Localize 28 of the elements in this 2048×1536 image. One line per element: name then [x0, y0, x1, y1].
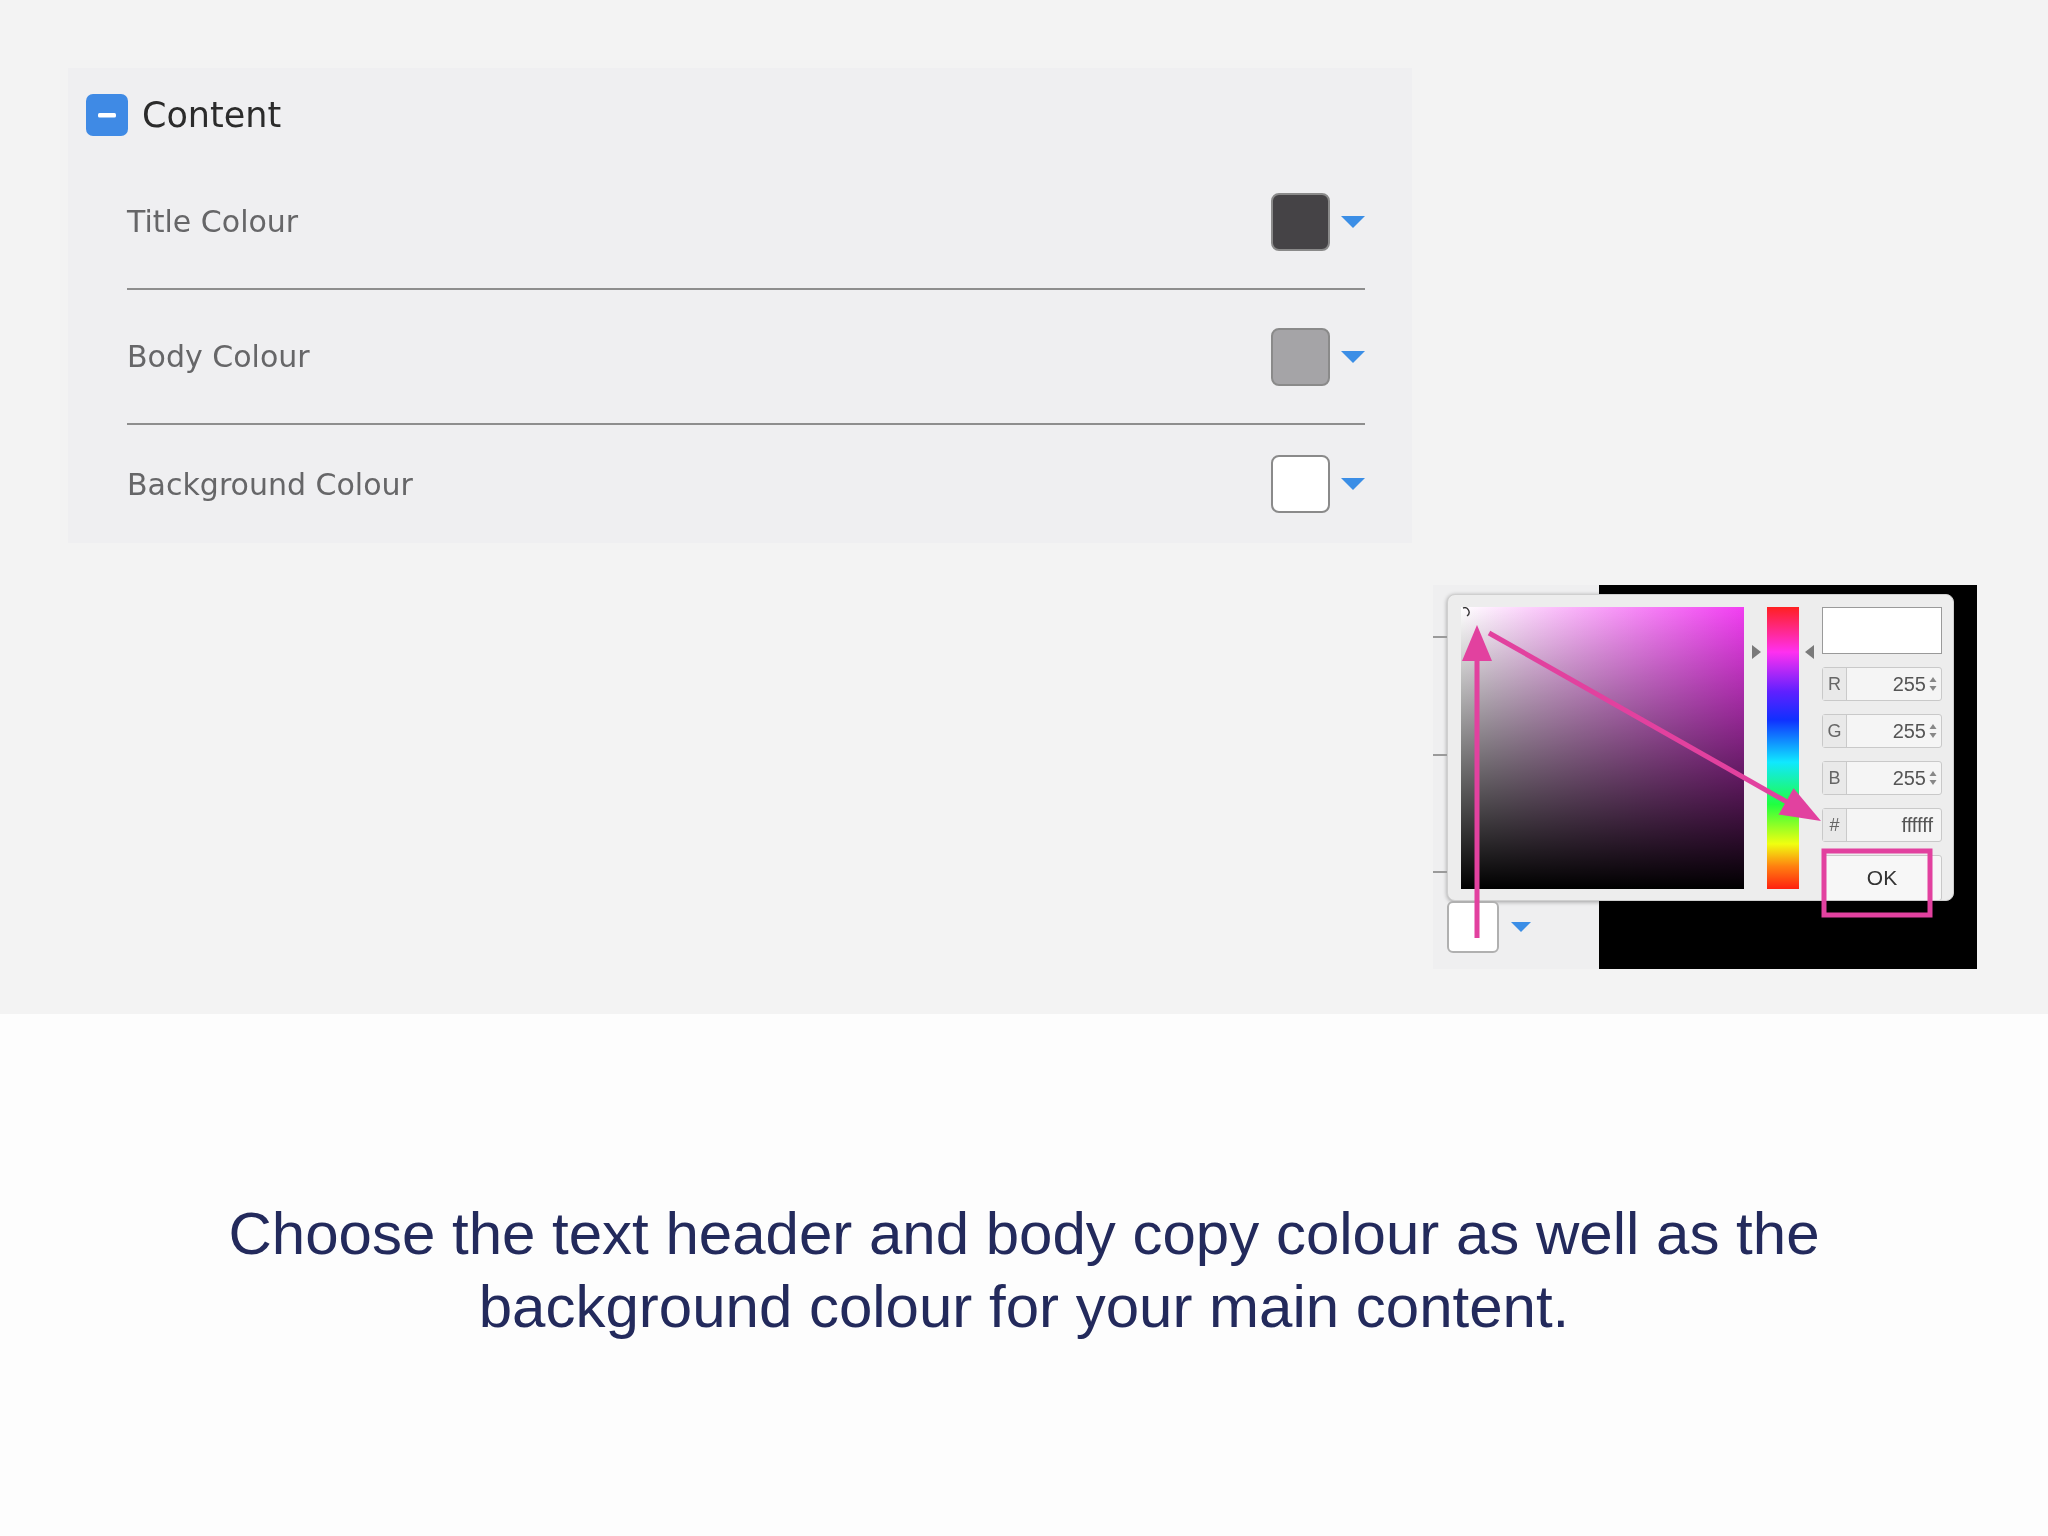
minus-icon[interactable] [86, 94, 128, 136]
color-swatch[interactable] [1447, 901, 1499, 953]
caret-down-icon[interactable] [1511, 922, 1531, 932]
number-field[interactable]: G 255 [1822, 714, 1942, 748]
setting-label: Body Colour [127, 339, 310, 374]
channel-label: R [1823, 668, 1847, 700]
hex-field[interactable]: # ffffff [1822, 808, 1942, 842]
channel-label: B [1823, 762, 1847, 794]
channel-label: G [1823, 715, 1847, 747]
saturation-gradient[interactable] [1461, 607, 1744, 889]
number-field[interactable]: R 255 [1822, 667, 1942, 701]
number-field[interactable]: B 255 [1822, 761, 1942, 795]
slider-thumb-icon[interactable] [1750, 644, 1816, 661]
channel-label: # [1823, 809, 1847, 841]
caret-down-icon[interactable] [1341, 215, 1365, 228]
caret-down-icon[interactable] [1341, 350, 1365, 363]
color-swatch[interactable] [1271, 455, 1330, 513]
caption-text: Choose the text header and body copy colour as well as the background colour for your main content. [227, 1199, 1821, 1342]
selector-ring-icon [1461, 607, 1473, 619]
setting-label: Background Colour [127, 466, 413, 502]
setting-label: Title Colour [127, 204, 299, 239]
spinner-icon[interactable] [1929, 723, 1937, 739]
spinner-icon[interactable] [1929, 770, 1937, 786]
spinner-icon[interactable] [1929, 676, 1937, 692]
color-swatch[interactable] [1271, 192, 1330, 251]
caret-down-icon[interactable] [1341, 478, 1365, 490]
color-swatch[interactable] [1271, 327, 1330, 386]
section-title: Content [142, 94, 282, 136]
